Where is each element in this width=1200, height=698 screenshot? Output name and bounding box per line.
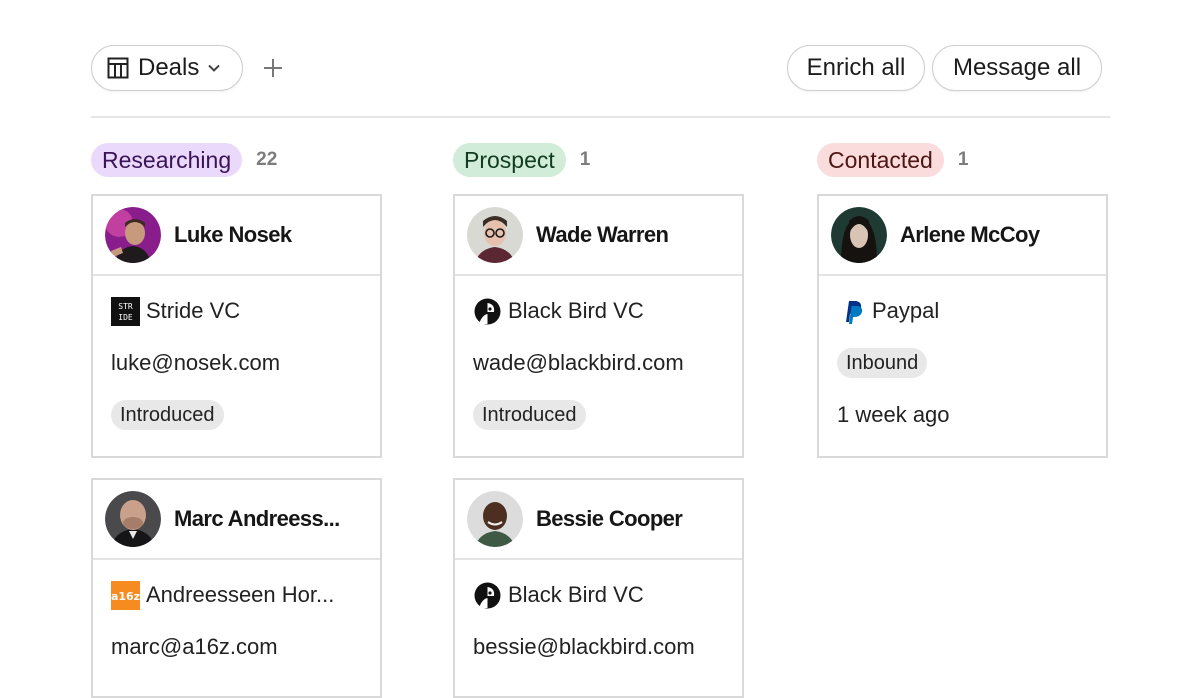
status-badge[interactable]: Contacted — [817, 143, 944, 177]
email[interactable]: wade@blackbird.com — [473, 350, 684, 376]
email-row: bessie@blackbird.com — [473, 632, 724, 662]
message-all-label: Message all — [952, 54, 1082, 81]
a16z-logo-icon: a16z — [111, 580, 140, 610]
company-row: a16z Andreesseen Hor... — [111, 580, 362, 610]
email[interactable]: luke@nosek.com — [111, 350, 280, 376]
avatar — [105, 207, 161, 263]
deal-card[interactable]: Wade Warren Black Bird VC wade@blackbird… — [453, 194, 744, 458]
column-count: 1 — [957, 149, 969, 170]
column-contacted: Contacted 1 Arlene McCoy Paypal Inbound … — [817, 142, 1108, 458]
view-selector-label: Deals — [138, 54, 200, 81]
person-name: Luke Nosek — [174, 222, 292, 247]
company-row: Paypal — [837, 296, 1088, 326]
tag-row: Inbound — [837, 348, 1088, 378]
add-view-icon[interactable] — [260, 55, 286, 81]
card-body: STR IDE Stride VC luke@nosek.com Introdu… — [93, 276, 380, 430]
email-row: marc@a16z.com — [111, 632, 362, 662]
company-row: STR IDE Stride VC — [111, 296, 362, 326]
column-header: Contacted 1 — [817, 142, 1108, 178]
card-body: a16z Andreesseen Hor... marc@a16z.com — [93, 560, 380, 662]
column-count: 1 — [579, 149, 591, 170]
relationship-tag[interactable]: Introduced — [473, 400, 586, 430]
time-row: 1 week ago — [837, 400, 1088, 430]
card-header: Wade Warren — [455, 196, 742, 276]
company-name: Andreesseen Hor... — [146, 582, 335, 607]
deal-card[interactable]: Luke Nosek STR IDE Stride VC luke@nosek.… — [91, 194, 382, 458]
message-all-button[interactable]: Message all — [932, 45, 1102, 91]
card-header: Marc Andreess... — [93, 480, 380, 560]
tag-row: Introduced — [473, 400, 724, 430]
svg-text:IDE: IDE — [118, 313, 133, 322]
company-row: Black Bird VC — [473, 580, 724, 610]
card-header: Arlene McCoy — [819, 196, 1106, 276]
deal-card[interactable]: Arlene McCoy Paypal Inbound 1 week ago — [817, 194, 1108, 458]
person-name: Arlene McCoy — [900, 222, 1040, 247]
card-header: Luke Nosek — [93, 196, 380, 276]
view-selector-deals[interactable]: Deals — [91, 45, 243, 91]
toolbar-divider — [91, 116, 1110, 118]
company-name: Black Bird VC — [508, 582, 644, 607]
email-row: wade@blackbird.com — [473, 348, 724, 378]
card-body: Black Bird VC wade@blackbird.com Introdu… — [455, 276, 742, 430]
person-name: Bessie Cooper — [536, 506, 683, 531]
company-name: Paypal — [872, 298, 940, 323]
tag-row: Introduced — [111, 400, 362, 430]
email[interactable]: bessie@blackbird.com — [473, 634, 695, 660]
avatar — [467, 207, 523, 263]
avatar — [105, 491, 161, 547]
card-body: Paypal Inbound 1 week ago — [819, 276, 1106, 430]
column-header: Prospect 1 — [453, 142, 744, 178]
status-badge[interactable]: Prospect — [453, 143, 566, 177]
paypal-logo-icon — [846, 300, 863, 324]
card-body: Black Bird VC bessie@blackbird.com — [455, 560, 742, 662]
avatar — [831, 207, 887, 263]
column-researching: Researching 22 Luke Nosek STR IDE Stride… — [91, 142, 382, 698]
relationship-tag[interactable]: Introduced — [111, 400, 224, 430]
company-name: Black Bird VC — [508, 298, 644, 323]
enrich-all-button[interactable]: Enrich all — [787, 45, 925, 91]
svg-text:STR: STR — [118, 302, 133, 311]
email-row: luke@nosek.com — [111, 348, 362, 378]
chevron-down-icon — [208, 64, 221, 72]
last-contact-time: 1 week ago — [837, 402, 950, 427]
svg-text:a16z: a16z — [111, 590, 140, 603]
blackbird-logo-icon — [474, 582, 501, 608]
deal-card[interactable]: Bessie Cooper Black Bird VC bessie@black… — [453, 478, 744, 698]
enrich-all-label: Enrich all — [806, 54, 906, 81]
company-row: Black Bird VC — [473, 296, 724, 326]
column-count: 22 — [256, 149, 278, 170]
stride-logo-icon: STR IDE — [111, 296, 140, 326]
column-prospect: Prospect 1 Wade Warren Black Bird VC wad… — [453, 142, 744, 698]
person-name: Wade Warren — [536, 222, 669, 247]
blackbird-logo-icon — [474, 298, 501, 324]
deal-card[interactable]: Marc Andreess... a16z Andreesseen Hor...… — [91, 478, 382, 698]
column-header: Researching 22 — [91, 142, 382, 178]
company-name: Stride VC — [146, 298, 241, 323]
email[interactable]: marc@a16z.com — [111, 634, 278, 660]
person-name: Marc Andreess... — [174, 506, 340, 531]
status-badge[interactable]: Researching — [91, 143, 243, 177]
table-icon — [107, 57, 129, 79]
source-tag[interactable]: Inbound — [837, 348, 928, 378]
card-header: Bessie Cooper — [455, 480, 742, 560]
avatar — [467, 491, 523, 547]
